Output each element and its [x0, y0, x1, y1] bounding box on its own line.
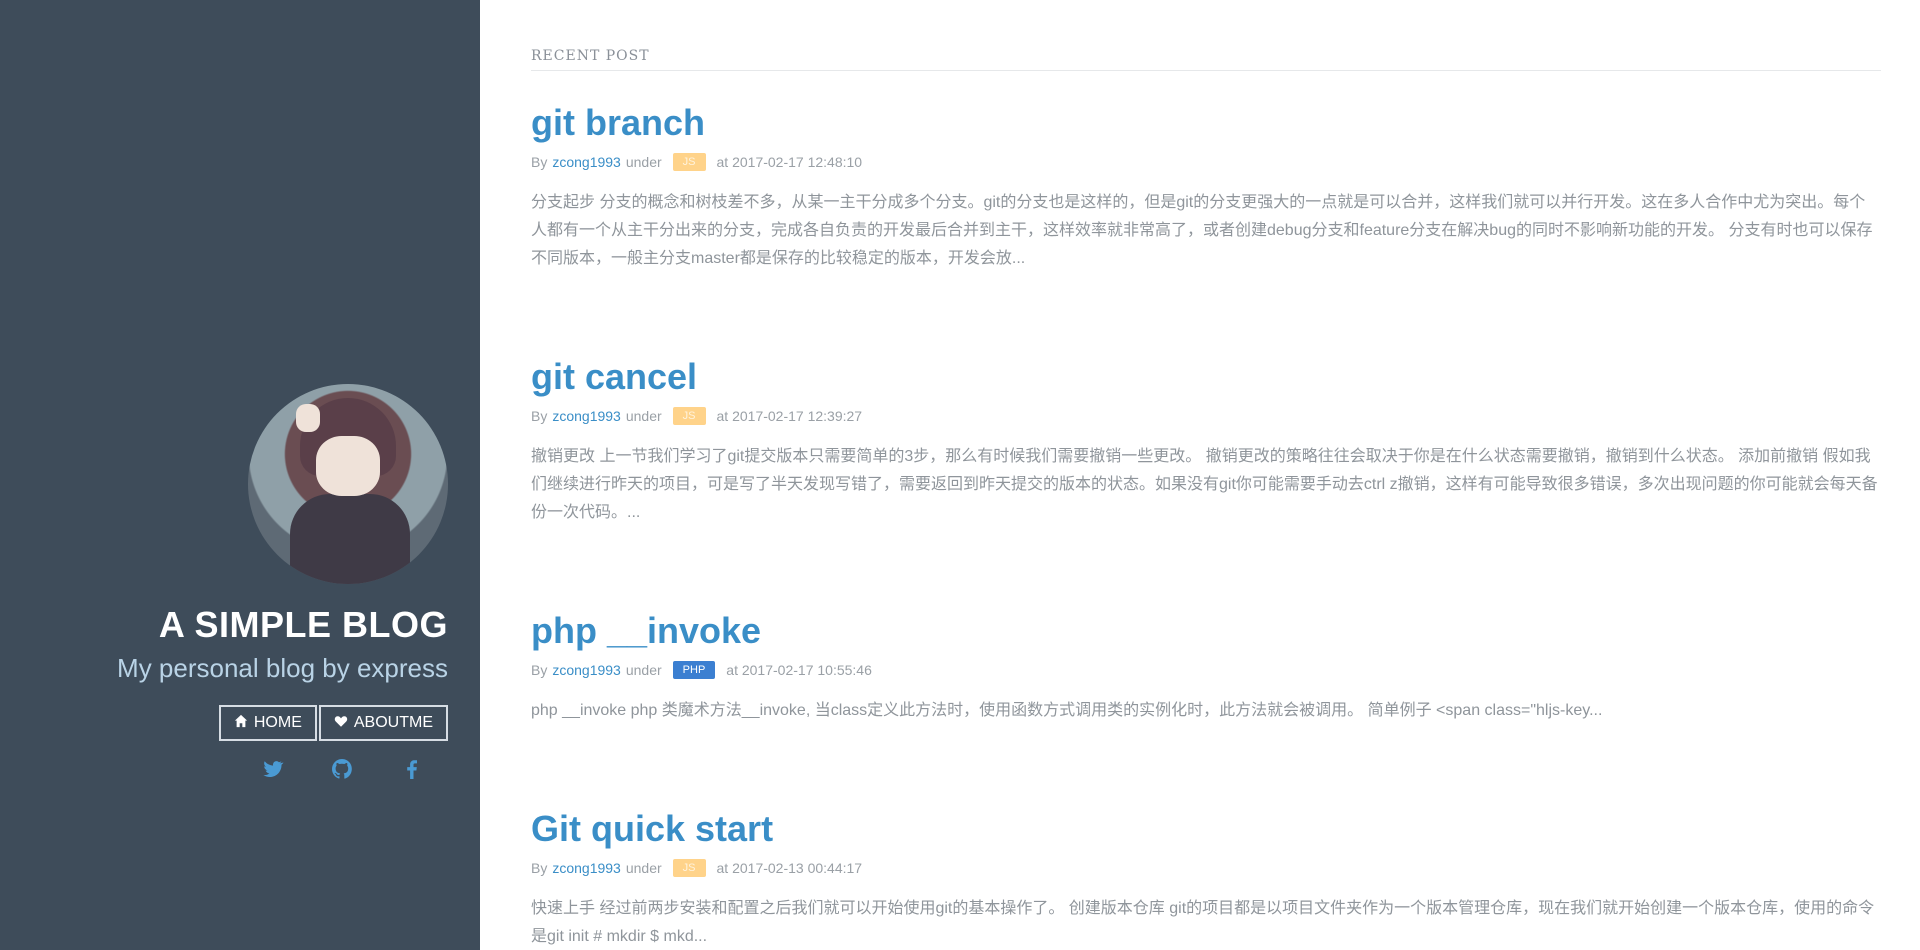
- twitter-icon[interactable]: [260, 757, 284, 781]
- tag-badge[interactable]: JS: [672, 153, 706, 171]
- tag-badge[interactable]: JS: [672, 859, 706, 877]
- post-meta: By zcong1993 under JS at 2017-02-13 00:4…: [531, 859, 863, 877]
- post-meta: By zcong1993 under JS at 2017-02-17 12:3…: [531, 407, 863, 425]
- recent-post-header: RECENT POST: [531, 48, 1881, 71]
- post-date: at 2017-02-17 12:48:10: [716, 154, 863, 170]
- post-title-link[interactable]: git cancel: [531, 355, 1881, 399]
- post-date: at 2017-02-17 10:55:46: [726, 662, 872, 678]
- site-tagline: My personal blog by express: [117, 653, 448, 683]
- main-nav: HOME ABOUTME: [28, 705, 448, 741]
- author-link[interactable]: zcong1993: [552, 662, 621, 678]
- post-excerpt: php __invoke php 类魔术方法__invoke, 当class定义…: [531, 702, 1603, 719]
- home-label: HOME: [253, 714, 302, 731]
- post-date: at 2017-02-17 12:39:27: [716, 408, 863, 424]
- aboutme-label: ABOUTME: [353, 714, 433, 731]
- post-meta: By zcong1993 under JS at 2017-02-17 12:4…: [531, 153, 863, 171]
- post-item: git branch By zcong1993 under JS at 2017…: [531, 101, 1881, 273]
- facebook-icon[interactable]: [400, 757, 424, 781]
- profile-block: A SIMPLE BLOG My personal blog by expres…: [28, 384, 448, 781]
- home-icon: [234, 714, 248, 733]
- sidebar: A SIMPLE BLOG My personal blog by expres…: [0, 0, 480, 950]
- post-item: git cancel By zcong1993 under JS at 2017…: [531, 355, 1881, 527]
- post-title-link[interactable]: php __invoke: [531, 609, 1881, 653]
- post-date: at 2017-02-13 00:44:17: [716, 860, 863, 876]
- author-link[interactable]: zcong1993: [552, 860, 621, 876]
- post-title-link[interactable]: git branch: [531, 101, 1881, 145]
- tag-badge[interactable]: JS: [672, 407, 706, 425]
- post-excerpt: 分支起步 分支的概念和树枝差不多，从某一主干分成多个分支。git的分支也是这样的…: [531, 194, 1873, 267]
- post-excerpt: 撤销更改 上一节我们学习了git提交版本只需要简单的3步，那么有时候我们需要撤销…: [531, 448, 1878, 521]
- aboutme-button[interactable]: ABOUTME: [318, 705, 448, 741]
- post-excerpt: 快速上手 经过前两步安装和配置之后我们就可以开始使用git的基本操作了。 创建版…: [531, 900, 1875, 945]
- post-item: Git quick start By zcong1993 under JS at…: [531, 807, 1881, 950]
- post-meta: By zcong1993 under PHP at 2017-02-17 10:…: [531, 661, 872, 679]
- avatar: [248, 384, 448, 584]
- tag-badge[interactable]: PHP: [672, 661, 716, 679]
- github-icon[interactable]: [330, 757, 354, 781]
- main-content: RECENT POST git branch By zcong1993 unde…: [531, 0, 1881, 950]
- author-link[interactable]: zcong1993: [552, 408, 621, 424]
- social-links: [28, 757, 448, 781]
- heart-icon: [334, 714, 348, 733]
- post-title-link[interactable]: Git quick start: [531, 807, 1881, 851]
- post-item: php __invoke By zcong1993 under PHP at 2…: [531, 609, 1881, 725]
- author-link[interactable]: zcong1993: [552, 154, 621, 170]
- home-button[interactable]: HOME: [218, 705, 317, 741]
- site-title: A SIMPLE BLOG: [158, 604, 448, 645]
